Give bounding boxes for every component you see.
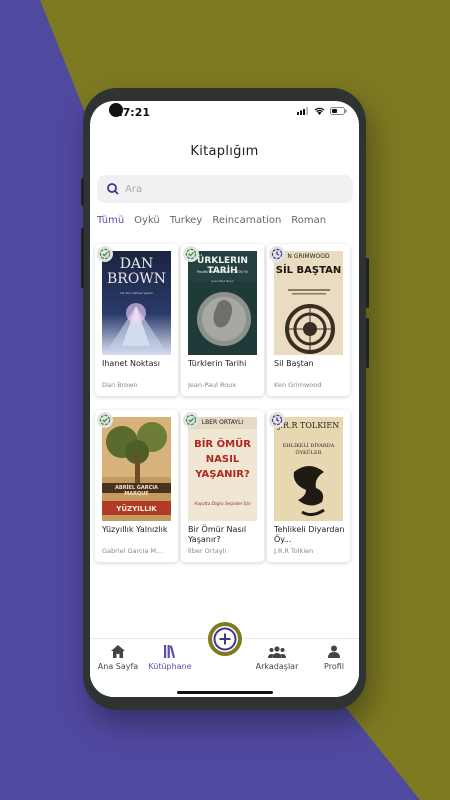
tab-reincarnation[interactable]: Reincarnation	[212, 215, 281, 226]
side-button	[366, 258, 369, 308]
book-cover: ABRİEL GARCIA MARQUE YÜZYILLIK	[102, 417, 171, 521]
book-card[interactable]: ABRİEL GARCIA MARQUE YÜZYILLIK Yüzyıllık…	[95, 410, 178, 562]
book-title: Tehlikeli Diyardan Öy...	[274, 525, 345, 544]
phone-frame: 17:21 Kitaplığım Tümü Öykü Turkey Reinca…	[81, 88, 369, 710]
book-author: İlber Ortaylı	[188, 547, 227, 555]
plus-icon	[213, 627, 237, 651]
profile-icon	[328, 645, 340, 658]
search-input[interactable]	[123, 182, 327, 196]
cover-author: Jean-Paul Roux	[211, 279, 234, 283]
cover-title: YÜZYILLIK	[116, 505, 157, 513]
read-check-icon	[97, 412, 113, 428]
book-cover: DAN BROWN Da Vinci Şifresi yazarı	[102, 251, 171, 355]
book-card[interactable]: DAN BROWN Da Vinci Şifresi yazarı Ihanet…	[95, 244, 178, 396]
home-icon	[111, 645, 125, 658]
cover-title: BİR ÖMÜR NASIL YAŞANIR?	[194, 439, 251, 480]
tab-novel[interactable]: Roman	[291, 215, 326, 226]
cover-subtitle: Hayatta Doğru Seçimler İçin	[194, 501, 251, 506]
side-button	[81, 228, 84, 288]
book-author: Dan Brown	[102, 381, 138, 389]
book-cover: J.R.R TOLKIEN EHLİKELİ DİYARDA ÖYKÜLER	[274, 417, 343, 521]
category-tabs: Tümü Öykü Turkey Reincarnation Roman	[97, 215, 359, 226]
nav-friends-label: Arkadaşlar	[255, 662, 299, 671]
nav-profile-label: Profil	[324, 662, 344, 671]
book-title: Türklerin Tarihi	[188, 359, 247, 368]
book-author: Gabriel Garcia M...	[102, 547, 163, 555]
home-indicator	[177, 691, 273, 694]
search-icon	[107, 183, 119, 195]
status-bar: 17:21	[90, 101, 359, 127]
read-check-icon	[97, 246, 113, 262]
friends-icon	[268, 646, 286, 658]
wifi-icon	[314, 107, 325, 115]
book-card[interactable]: J.R.R TOLKIEN EHLİKELİ DİYARDA ÖYKÜLER T…	[267, 410, 350, 562]
book-author: Jean-Paul Roux	[188, 381, 237, 389]
cover-title: SİL BAŞTAN	[275, 265, 342, 276]
book-cover: ÜRKLERIN TARİH Pasifik'ten Akdeniz'e 200…	[188, 251, 257, 355]
battery-icon	[330, 107, 347, 115]
cover-subtitle: Pasifik'ten Akdeniz'e 2000 Yıl	[196, 270, 249, 274]
side-button	[366, 318, 369, 368]
cover-subtitle: Da Vinci Şifresi yazarı	[120, 291, 153, 295]
book-author: Ken Grimwood	[274, 381, 322, 389]
cover-title: EHLİKELİ DİYARDA ÖYKÜLER	[282, 443, 335, 456]
read-check-icon	[183, 412, 199, 428]
status-icons	[297, 107, 347, 115]
book-card[interactable]: N GRIMWOOD SİL BAŞTAN Sil Baştan Ken Gri…	[267, 244, 350, 396]
book-title: Sil Baştan	[274, 359, 314, 368]
reading-clock-icon	[269, 246, 285, 262]
book-cover: LBER ORTAYLI BİR ÖMÜR NASIL YAŞANIR? Hay…	[188, 417, 257, 521]
book-author: J.R.R Tolkien	[274, 547, 314, 555]
library-icon	[164, 645, 176, 658]
search-bar[interactable]	[97, 175, 353, 203]
tab-turkey[interactable]: Turkey	[170, 215, 203, 226]
nav-library[interactable]: Kütüphane	[142, 645, 198, 671]
book-cover: N GRIMWOOD SİL BAŞTAN	[274, 251, 343, 355]
nav-friends[interactable]: Arkadaşlar	[249, 645, 305, 671]
bottom-nav: Ana Sayfa Kütüphane Arkadaşlar Profil	[90, 622, 359, 697]
signal-icon	[297, 107, 308, 115]
tab-story[interactable]: Öykü	[134, 215, 160, 226]
reading-clock-icon	[269, 412, 285, 428]
book-card[interactable]: ÜRKLERIN TARİH Pasifik'ten Akdeniz'e 200…	[181, 244, 264, 396]
cover-author: ABRİEL GARCIA MARQUE	[115, 485, 158, 497]
read-check-icon	[183, 246, 199, 262]
book-title: Yüzyıllık Yalnızlık	[102, 525, 168, 534]
status-time: 17:21	[115, 106, 151, 119]
app-screen: 17:21 Kitaplığım Tümü Öykü Turkey Reinca…	[90, 101, 359, 697]
book-title: Ihanet Noktası	[102, 359, 160, 368]
page-title: Kitaplığım	[190, 144, 259, 159]
nav-home-label: Ana Sayfa	[97, 662, 139, 671]
nav-home[interactable]: Ana Sayfa	[90, 645, 146, 671]
book-title: Bir Ömür Nasıl Yaşanır?	[188, 525, 247, 544]
nav-library-label: Kütüphane	[148, 662, 192, 671]
book-card[interactable]: LBER ORTAYLI BİR ÖMÜR NASIL YAŞANIR? Hay…	[181, 410, 264, 562]
cover-title: DAN BROWN	[107, 256, 166, 287]
fab-inner	[212, 626, 238, 652]
add-book-button[interactable]	[208, 622, 242, 656]
side-button	[81, 178, 84, 206]
nav-profile[interactable]: Profil	[306, 645, 359, 671]
tab-all[interactable]: Tümü	[97, 215, 124, 226]
